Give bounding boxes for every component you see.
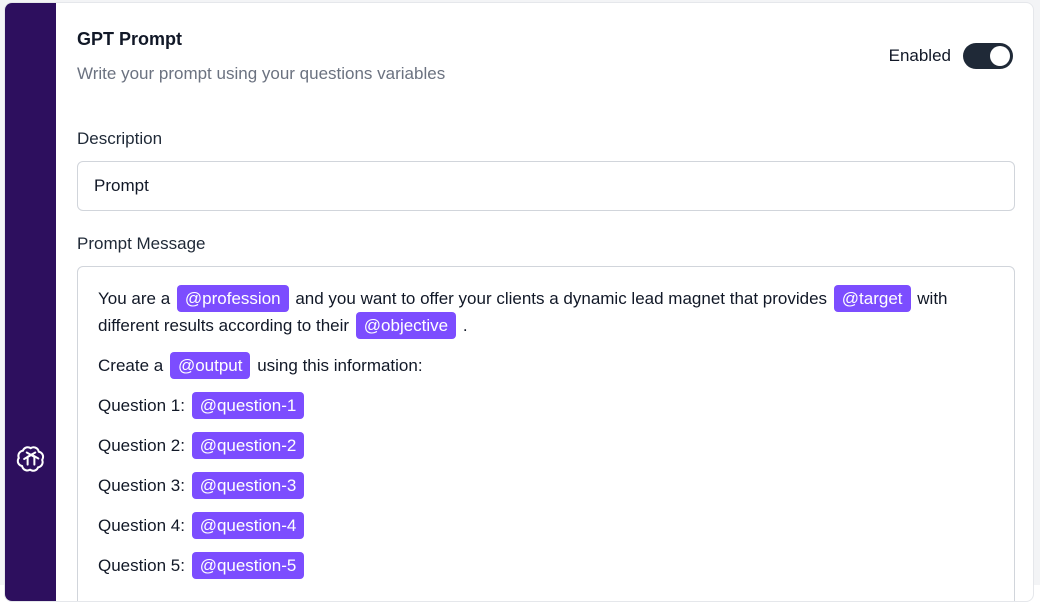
description-label: Description xyxy=(77,129,163,148)
variable-tag-question-3[interactable]: @question-3 xyxy=(191,472,305,499)
gpt-prompt-card: GPT Prompt Write your prompt using your … xyxy=(4,2,1034,602)
question-line: Question 4: @question-4 xyxy=(98,512,994,539)
question-line: Question 3: @question-3 xyxy=(98,472,994,499)
question-line: Question 2: @question-2 xyxy=(98,432,994,459)
app-frame: GPT Prompt Write your prompt using your … xyxy=(0,0,1040,602)
side-rail xyxy=(5,3,56,601)
question-label: Question 3: xyxy=(98,476,185,495)
prompt-text: and you want to offer your clients a dyn… xyxy=(295,289,828,308)
question-label: Question 4: xyxy=(98,516,185,535)
prompt-text: You are a xyxy=(98,289,171,308)
variable-tag-output[interactable]: @output xyxy=(169,352,251,379)
card-title: GPT Prompt xyxy=(77,29,183,49)
question-line: Question 5: @question-5 xyxy=(98,552,994,579)
variable-tag-objective[interactable]: @objective xyxy=(355,312,457,339)
variable-tag-target[interactable]: @target xyxy=(833,285,911,312)
variable-tag-question-2[interactable]: @question-2 xyxy=(191,432,305,459)
card-subtitle: Write your prompt using your questions v… xyxy=(77,64,446,83)
question-label: Question 5: xyxy=(98,556,185,575)
question-label: Question 2: xyxy=(98,436,185,455)
description-input[interactable]: Prompt xyxy=(77,161,1015,211)
toggle-label: Enabled xyxy=(888,46,951,65)
toggle-knob xyxy=(990,46,1010,66)
enabled-toggle-group: Enabled xyxy=(889,43,1013,69)
variable-tag-question-5[interactable]: @question-5 xyxy=(191,552,305,579)
openai-logo-icon xyxy=(15,443,47,475)
prompt-text: . xyxy=(462,316,468,335)
prompt-message-label: Prompt Message xyxy=(77,234,206,253)
prompt-line-2: Create a @output using this information: xyxy=(98,352,994,379)
description-value: Prompt xyxy=(94,176,149,195)
enabled-toggle[interactable] xyxy=(963,43,1013,69)
variable-tag-question-1[interactable]: @question-1 xyxy=(191,392,305,419)
prompt-message-editor[interactable]: You are a @profession and you want to of… xyxy=(77,266,1015,601)
variable-tag-profession[interactable]: @profession xyxy=(176,285,289,312)
content-area: GPT Prompt Write your prompt using your … xyxy=(56,3,1033,601)
prompt-line-1: You are a @profession and you want to of… xyxy=(98,285,994,339)
prompt-text: using this information: xyxy=(257,356,423,375)
question-label: Question 1: xyxy=(98,396,185,415)
prompt-text: Create a xyxy=(98,356,164,375)
question-line: Question 1: @question-1 xyxy=(98,392,994,419)
variable-tag-question-4[interactable]: @question-4 xyxy=(191,512,305,539)
